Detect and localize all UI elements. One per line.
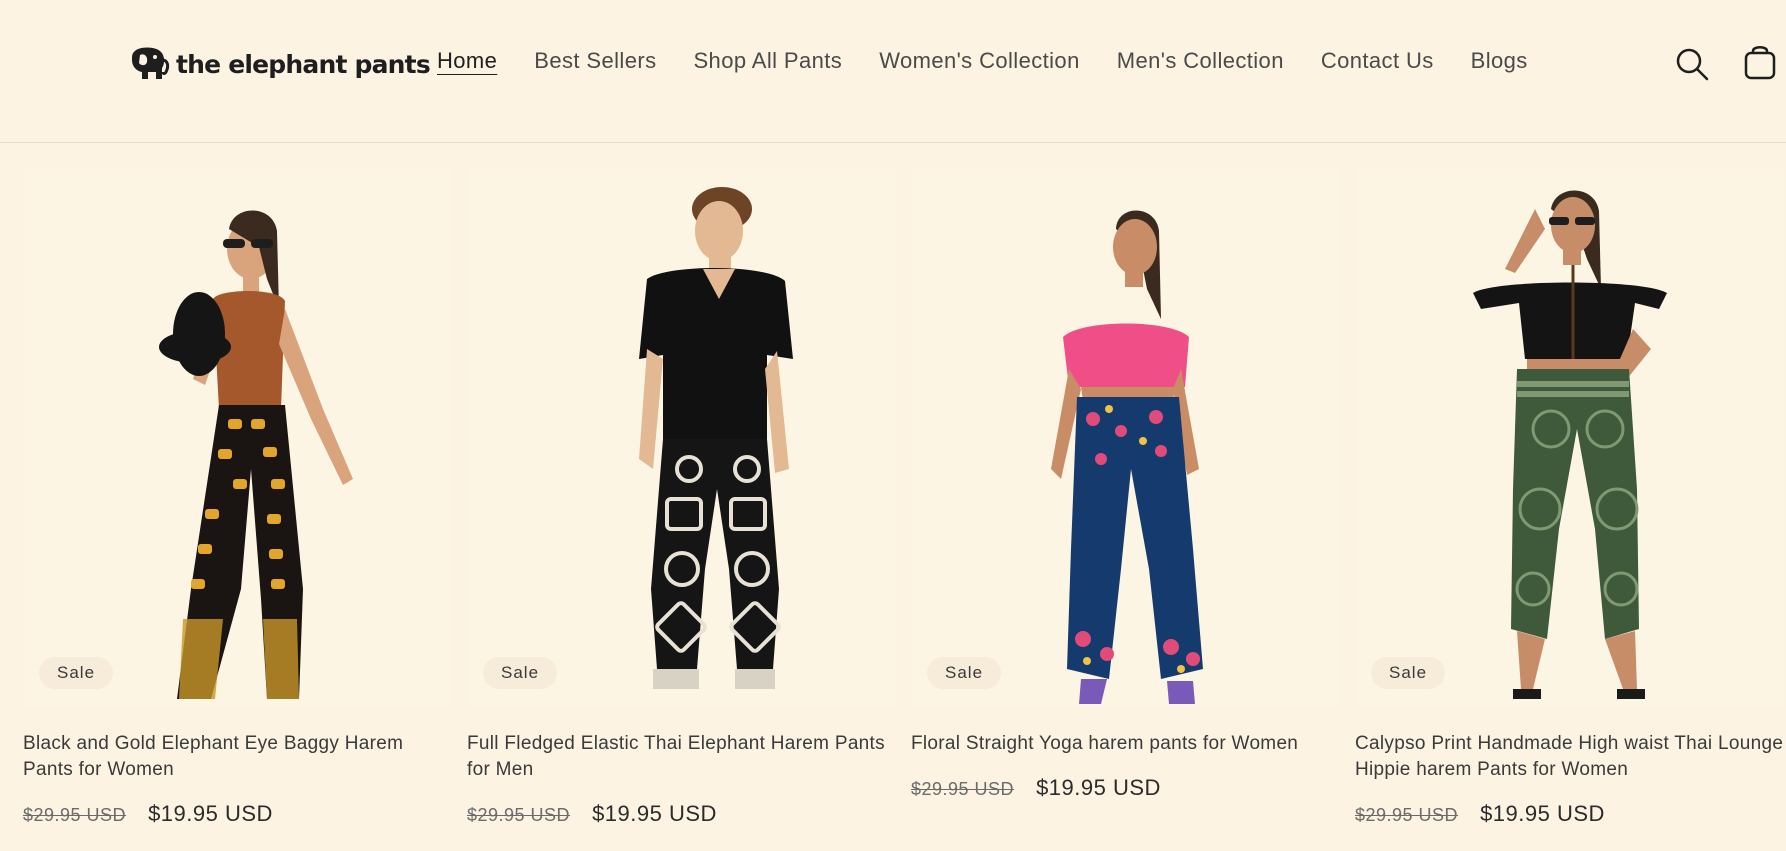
price-row: $29.95 USD $19.95 USD (911, 775, 1161, 801)
nav-item-best-sellers[interactable]: Best Sellers (534, 48, 656, 74)
product-title[interactable]: Calypso Print Handmade High waist Thai L… (1355, 731, 1785, 783)
search-icon (1676, 48, 1709, 81)
sale-price: $19.95 USD (592, 801, 717, 826)
site-header: the elephant pants Home Best Sellers Sho… (0, 0, 1786, 143)
sale-price: $19.95 USD (148, 801, 273, 826)
sale-badge: Sale (927, 657, 1002, 689)
nav-item-womens-collection[interactable]: Women's Collection (879, 48, 1080, 74)
product-title[interactable]: Black and Gold Elephant Eye Baggy Harem … (23, 731, 453, 783)
price-row: $29.95 USD $19.95 USD (467, 801, 717, 827)
original-price: $29.95 USD (23, 805, 127, 825)
model-photo-illustration (159, 210, 353, 699)
model-photo-illustration (1473, 190, 1667, 699)
cart-icon (1744, 46, 1776, 80)
nav-item-home[interactable]: Home (437, 48, 497, 74)
cart-button[interactable] (1742, 44, 1778, 80)
product-card[interactable]: Sale Black and Gold Elephant Eye Baggy H… (23, 169, 453, 851)
original-price: $29.95 USD (1355, 805, 1459, 825)
product-grid: Sale Black and Gold Elephant Eye Baggy H… (0, 169, 1786, 851)
nav-item-blogs[interactable]: Blogs (1471, 48, 1528, 74)
brand-logo[interactable]: the elephant pants (128, 44, 431, 84)
search-button[interactable] (1674, 46, 1710, 82)
original-price: $29.95 USD (911, 779, 1015, 799)
nav-item-shop-all-pants[interactable]: Shop All Pants (693, 48, 842, 74)
product-card[interactable]: Sale Calypso Print Handmade High waist T… (1355, 169, 1785, 851)
sale-badge: Sale (1371, 657, 1446, 689)
sale-price: $19.95 USD (1480, 801, 1605, 826)
product-title[interactable]: Floral Straight Yoga harem pants for Wom… (911, 731, 1341, 757)
brand-name: the elephant pants (176, 49, 431, 79)
model-photo-illustration (639, 187, 793, 689)
product-image[interactable]: Sale (1355, 169, 1785, 708)
sale-badge: Sale (39, 657, 114, 689)
nav-item-mens-collection[interactable]: Men's Collection (1117, 48, 1284, 74)
price-row: $29.95 USD $19.95 USD (23, 801, 273, 827)
price-row: $29.95 USD $19.95 USD (1355, 801, 1605, 827)
product-image[interactable]: Sale (23, 169, 453, 708)
sale-badge: Sale (483, 657, 558, 689)
elephant-logo-icon (132, 47, 170, 79)
product-image[interactable]: Sale (911, 169, 1341, 708)
original-price: $29.95 USD (467, 805, 571, 825)
product-card[interactable]: Sale Floral Straight Yoga harem pants fo… (911, 169, 1341, 851)
model-photo-illustration (1051, 210, 1203, 704)
main-nav: Home Best Sellers Shop All Pants Women's… (437, 48, 1528, 74)
product-card[interactable]: Sale Full Fledged Elastic Thai Elephant … (467, 169, 897, 851)
nav-item-contact-us[interactable]: Contact Us (1321, 48, 1434, 74)
sale-price: $19.95 USD (1036, 775, 1161, 800)
product-image[interactable]: Sale (467, 169, 897, 708)
product-title[interactable]: Full Fledged Elastic Thai Elephant Harem… (467, 731, 897, 783)
